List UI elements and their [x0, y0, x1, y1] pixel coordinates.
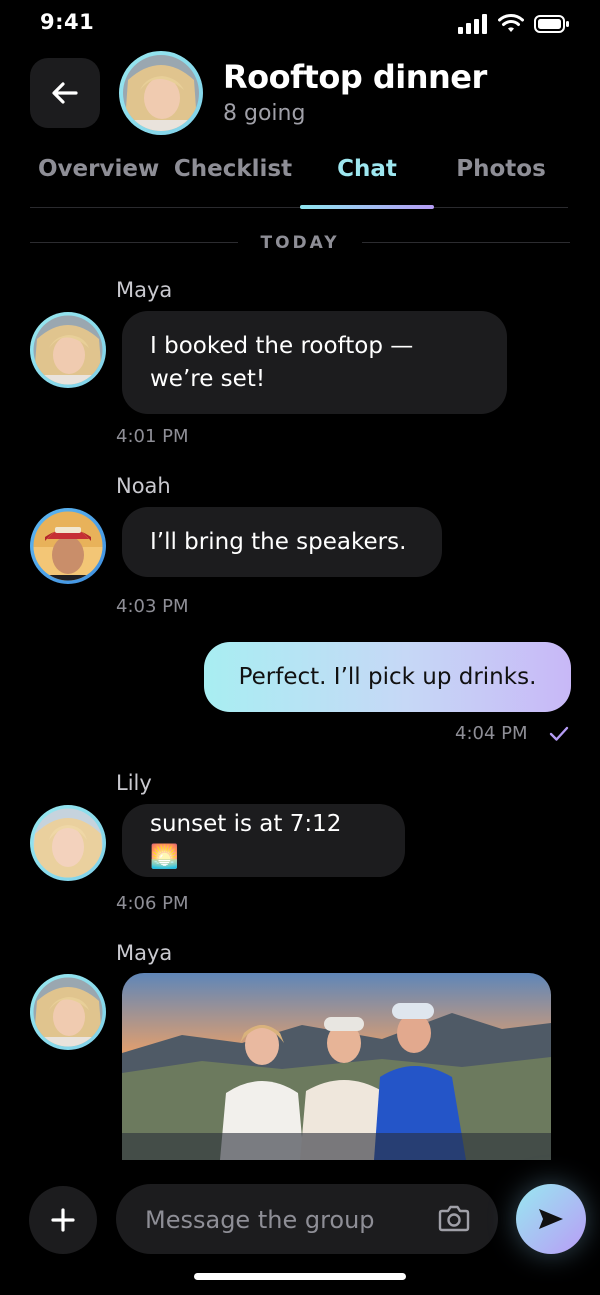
- message-sender: Lily: [116, 771, 152, 795]
- arrow-left-icon: [52, 82, 78, 104]
- camera-icon[interactable]: [438, 1203, 470, 1233]
- attendee-count: 8 going: [223, 101, 306, 126]
- send-icon: [539, 1209, 563, 1229]
- message-timestamp: 4:06 PM: [116, 893, 189, 914]
- battery-icon: [534, 15, 569, 33]
- message-sender: Maya: [116, 278, 173, 302]
- message-input-container[interactable]: [116, 1184, 498, 1256]
- message-input[interactable]: [143, 1184, 427, 1256]
- tabs-divider: [30, 207, 568, 208]
- message-text: sunset is at 7:12 🌅: [150, 810, 342, 870]
- message-text: Perfect. I’ll pick up drinks.: [238, 664, 537, 690]
- date-divider-label: TODAY: [260, 233, 340, 253]
- group-avatar[interactable]: [118, 50, 204, 136]
- message-sender: Noah: [116, 474, 171, 498]
- home-indicator[interactable]: [194, 1273, 406, 1280]
- photo-attachment[interactable]: [122, 973, 551, 1160]
- avatar-lily[interactable]: [29, 804, 107, 882]
- outgoing-message-bubble[interactable]: Perfect. I’ll pick up drinks.: [204, 642, 571, 712]
- message-timestamp: 4:03 PM: [116, 596, 189, 617]
- tab-overview[interactable]: Overview: [38, 156, 159, 182]
- status-icons: [458, 14, 570, 34]
- message-timestamp: 4:01 PM: [116, 426, 189, 447]
- message-sender: Maya: [116, 941, 173, 965]
- message-text-line: we’re set!: [150, 365, 266, 392]
- message-timestamp: 4:04 PM: [455, 723, 528, 744]
- message-bubble[interactable]: I’ll bring the speakers.: [122, 507, 442, 577]
- tab-photos[interactable]: Photos: [434, 156, 568, 182]
- tab-chat[interactable]: Chat: [300, 156, 434, 182]
- plus-icon: [51, 1208, 75, 1232]
- cellular-signal-icon: [458, 14, 487, 34]
- tab-checklist[interactable]: Checklist: [172, 156, 294, 182]
- avatar-noah[interactable]: [29, 507, 107, 585]
- avatar-maya[interactable]: [29, 973, 107, 1051]
- checkmark-icon: [549, 726, 569, 741]
- status-time: 9:41: [40, 10, 95, 34]
- add-attachment-button[interactable]: [29, 1186, 97, 1254]
- message-bubble[interactable]: sunset is at 7:12 🌅: [122, 804, 405, 877]
- message-text-line: I booked the rooftop —: [150, 332, 414, 359]
- back-button[interactable]: [30, 58, 100, 128]
- message-text: I’ll bring the speakers.: [150, 528, 407, 555]
- wifi-icon: [498, 14, 524, 32]
- active-tab-indicator: [300, 205, 434, 209]
- message-bubble[interactable]: I booked the rooftop — we’re set!: [122, 311, 507, 414]
- avatar-maya[interactable]: [29, 311, 107, 389]
- send-button[interactable]: [516, 1184, 586, 1254]
- page-title: Rooftop dinner: [223, 58, 487, 96]
